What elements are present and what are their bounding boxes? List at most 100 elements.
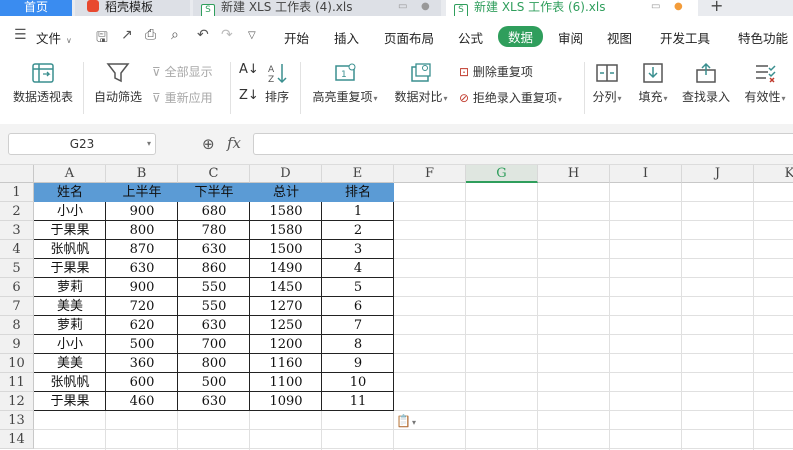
- data-compare-button[interactable]: 数据对比▾: [390, 62, 452, 105]
- menu-item-page-layout[interactable]: 页面布局: [384, 28, 434, 47]
- reject-duplicates-button[interactable]: ⊘ 拒绝录入重复项▾: [459, 89, 562, 106]
- row-header-3[interactable]: 3: [0, 221, 34, 240]
- formula-input[interactable]: [253, 133, 793, 155]
- autofilter-button[interactable]: 自动筛选: [92, 62, 144, 105]
- table-cell[interactable]: 1270: [250, 297, 322, 316]
- table-cell[interactable]: 10: [322, 373, 394, 392]
- row-header-11[interactable]: 11: [0, 373, 34, 392]
- column-header-a[interactable]: A: [34, 165, 106, 183]
- table-cell[interactable]: 630: [178, 392, 250, 411]
- table-cell[interactable]: 700: [178, 335, 250, 354]
- table-cell[interactable]: 900: [106, 278, 178, 297]
- select-all-corner[interactable]: [0, 165, 34, 183]
- table-header-cell[interactable]: 上半年: [106, 183, 178, 202]
- tab-window-icon[interactable]: ▭: [651, 0, 660, 14]
- tab-window-icon[interactable]: ▭: [398, 0, 407, 14]
- print-preview-icon[interactable]: ⌕: [171, 27, 179, 43]
- table-cell[interactable]: 2: [322, 221, 394, 240]
- table-cell[interactable]: 美美: [34, 354, 106, 373]
- table-cell[interactable]: 美美: [34, 297, 106, 316]
- table-cell[interactable]: 11: [322, 392, 394, 411]
- tab-home[interactable]: 首页: [0, 0, 72, 16]
- table-cell[interactable]: 6: [322, 297, 394, 316]
- table-cell[interactable]: 萝莉: [34, 316, 106, 335]
- table-cell[interactable]: 630: [178, 316, 250, 335]
- menu-item-features[interactable]: 特色功能: [738, 28, 788, 47]
- column-header-c[interactable]: C: [178, 165, 250, 183]
- column-header-k[interactable]: K: [754, 165, 793, 183]
- table-cell[interactable]: 500: [178, 373, 250, 392]
- table-cell[interactable]: 1490: [250, 259, 322, 278]
- table-cell[interactable]: 630: [106, 259, 178, 278]
- table-cell[interactable]: 于果果: [34, 392, 106, 411]
- column-header-h[interactable]: H: [538, 165, 610, 183]
- table-cell[interactable]: 870: [106, 240, 178, 259]
- spreadsheet-grid[interactable]: ABCDEFGHIJK 1 2 3 4 5 6 7 8 9 10 11 12 13 14 姓名 上半年 下半年…: [0, 165, 793, 450]
- tab-daoke-templates[interactable]: 稻壳模板: [75, 0, 190, 16]
- sort-ascending-icon[interactable]: A↓: [239, 62, 259, 77]
- table-cell[interactable]: 800: [178, 354, 250, 373]
- menu-file[interactable]: 文件 ∨: [36, 28, 72, 47]
- menu-item-review[interactable]: 审阅: [558, 28, 583, 47]
- table-cell[interactable]: 张帆帆: [34, 240, 106, 259]
- table-cell[interactable]: 1160: [250, 354, 322, 373]
- column-header-b[interactable]: B: [106, 165, 178, 183]
- sort-button[interactable]: AZ 排序: [262, 62, 292, 105]
- tab-close-dot-icon[interactable]: ●: [421, 0, 430, 14]
- table-cell[interactable]: 1450: [250, 278, 322, 297]
- table-header-cell[interactable]: 姓名: [34, 183, 106, 202]
- table-cell[interactable]: 460: [106, 392, 178, 411]
- table-header-cell[interactable]: 下半年: [178, 183, 250, 202]
- row-header-10[interactable]: 10: [0, 354, 34, 373]
- table-cell[interactable]: 小小: [34, 202, 106, 221]
- table-cell[interactable]: 张帆帆: [34, 373, 106, 392]
- hamburger-menu-icon[interactable]: ☰: [14, 27, 27, 43]
- row-header-7[interactable]: 7: [0, 297, 34, 316]
- table-cell[interactable]: 1250: [250, 316, 322, 335]
- column-header-f[interactable]: F: [394, 165, 466, 183]
- table-cell[interactable]: 9: [322, 354, 394, 373]
- table-cell[interactable]: 780: [178, 221, 250, 240]
- reapply-button[interactable]: ⊽ 重新应用: [152, 89, 213, 106]
- table-cell[interactable]: 630: [178, 240, 250, 259]
- name-box[interactable]: G23 ▾: [8, 133, 156, 155]
- zoom-search-icon[interactable]: ⊕: [202, 135, 215, 153]
- highlight-duplicates-button[interactable]: 1 高亮重复项▾: [309, 62, 381, 105]
- fill-button[interactable]: 填充▾: [636, 62, 670, 105]
- table-cell[interactable]: 5: [322, 278, 394, 297]
- table-cell[interactable]: 小小: [34, 335, 106, 354]
- table-cell[interactable]: 1: [322, 202, 394, 221]
- row-header-9[interactable]: 9: [0, 335, 34, 354]
- redo-icon[interactable]: ↷: [221, 27, 233, 43]
- menu-item-view[interactable]: 视图: [607, 28, 632, 47]
- row-header-2[interactable]: 2: [0, 202, 34, 221]
- column-header-j[interactable]: J: [682, 165, 754, 183]
- show-all-button[interactable]: ⊽ 全部显示: [152, 63, 213, 80]
- table-header-cell[interactable]: 排名: [322, 183, 394, 202]
- table-cell[interactable]: 800: [106, 221, 178, 240]
- quick-access-more-icon[interactable]: ▽: [248, 30, 256, 41]
- save-icon[interactable]: 🖫: [96, 27, 108, 51]
- row-header-4[interactable]: 4: [0, 240, 34, 259]
- table-cell[interactable]: 600: [106, 373, 178, 392]
- remove-duplicates-button[interactable]: ⊡ 删除重复项: [459, 63, 533, 80]
- column-header-d[interactable]: D: [250, 165, 322, 183]
- row-header-6[interactable]: 6: [0, 278, 34, 297]
- table-cell[interactable]: 680: [178, 202, 250, 221]
- tab-file-4[interactable]: S 新建 XLS 工作表 (4).xls ▭ ●: [193, 0, 441, 16]
- table-cell[interactable]: 8: [322, 335, 394, 354]
- pivot-table-button[interactable]: 数据透视表: [12, 62, 74, 105]
- sort-descending-icon[interactable]: Z↓: [239, 88, 259, 103]
- row-header-1[interactable]: 1: [0, 183, 34, 202]
- row-header-8[interactable]: 8: [0, 316, 34, 335]
- column-header-i[interactable]: I: [610, 165, 682, 183]
- new-tab-button[interactable]: +: [700, 0, 793, 16]
- print-icon[interactable]: ⎙: [145, 27, 156, 43]
- paste-options-button[interactable]: 📋▾: [396, 414, 428, 434]
- chevron-down-icon[interactable]: ▾: [147, 134, 151, 154]
- menu-item-insert[interactable]: 插入: [334, 28, 359, 47]
- menu-item-start[interactable]: 开始: [284, 28, 309, 47]
- table-cell[interactable]: 1580: [250, 221, 322, 240]
- table-cell[interactable]: 360: [106, 354, 178, 373]
- table-cell[interactable]: 1500: [250, 240, 322, 259]
